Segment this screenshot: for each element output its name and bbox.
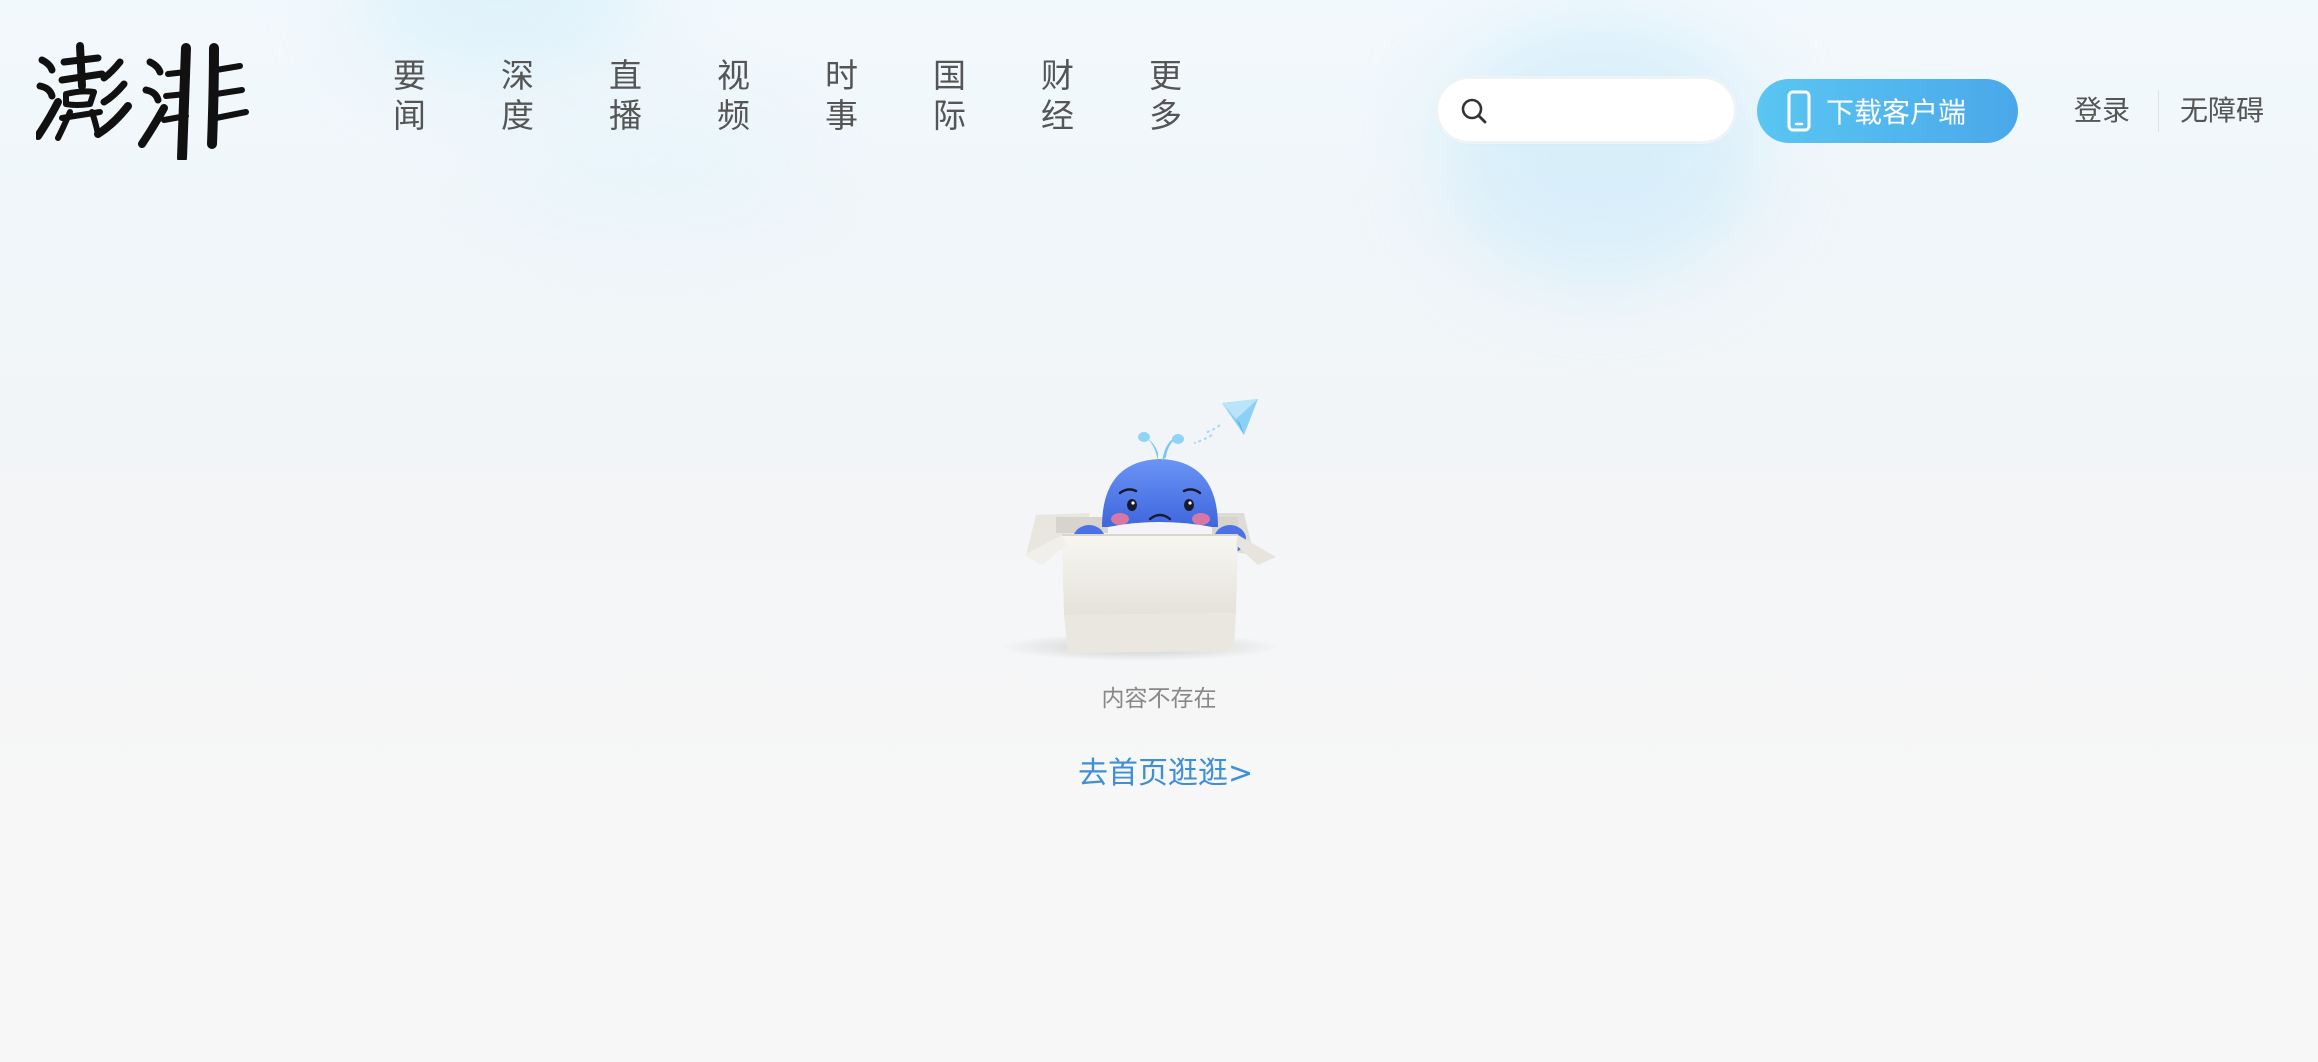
nav-item-label: 际 xyxy=(933,96,966,135)
nav-item-international[interactable]: 国 际 xyxy=(925,56,1033,136)
accessibility-link[interactable]: 无障碍 xyxy=(2180,92,2264,130)
nav-item-label: 更 xyxy=(1149,56,1182,95)
nav-item-more[interactable]: 更 多 xyxy=(1141,56,1249,136)
site-logo[interactable] xyxy=(36,40,256,160)
nav-item-live[interactable]: 直 播 xyxy=(601,56,709,136)
nav-item-label: 直 xyxy=(609,56,642,95)
nav-item-in-depth[interactable]: 深 度 xyxy=(493,56,601,136)
empty-message: 内容不存在 xyxy=(1101,686,1217,712)
nav-item-label: 经 xyxy=(1041,96,1074,135)
search-icon[interactable] xyxy=(1460,97,1488,125)
paper-plane-icon xyxy=(1193,399,1258,444)
download-app-label: 下载客户端 xyxy=(1826,96,1967,129)
nav-item-label: 闻 xyxy=(393,96,426,135)
nav-item-label: 视 xyxy=(717,56,750,95)
search-box[interactable] xyxy=(1438,79,1734,141)
header-divider xyxy=(2158,90,2159,132)
nav-item-label: 事 xyxy=(825,96,858,135)
sad-whale-in-box-illustration xyxy=(1000,399,1280,661)
phone-icon xyxy=(1787,90,1811,132)
nav-item-label: 财 xyxy=(1041,56,1074,95)
nav-item-finance[interactable]: 财 经 xyxy=(1033,56,1141,136)
go-home-link[interactable]: 去首页逛逛> xyxy=(1078,754,1253,794)
nav-item-video[interactable]: 视 频 xyxy=(709,56,817,136)
main-nav: 要 闻 深 度 直 播 视 频 时 事 国 际 财 经 更 多 xyxy=(385,56,1249,136)
nav-item-label: 度 xyxy=(501,96,534,135)
nav-item-current-affairs[interactable]: 时 事 xyxy=(817,56,925,136)
nav-item-label: 时 xyxy=(825,56,858,95)
download-app-button[interactable]: 下载客户端 xyxy=(1757,79,2018,143)
nav-item-label: 多 xyxy=(1149,96,1182,135)
nav-item-label: 深 xyxy=(501,56,534,95)
nav-item-label: 要 xyxy=(393,56,426,95)
nav-item-label: 频 xyxy=(717,96,750,135)
login-link[interactable]: 登录 xyxy=(2074,92,2130,130)
search-input[interactable] xyxy=(1500,89,1714,133)
nav-item-label: 播 xyxy=(609,96,642,135)
nav-item-news[interactable]: 要 闻 xyxy=(385,56,493,136)
nav-item-label: 国 xyxy=(933,56,966,95)
